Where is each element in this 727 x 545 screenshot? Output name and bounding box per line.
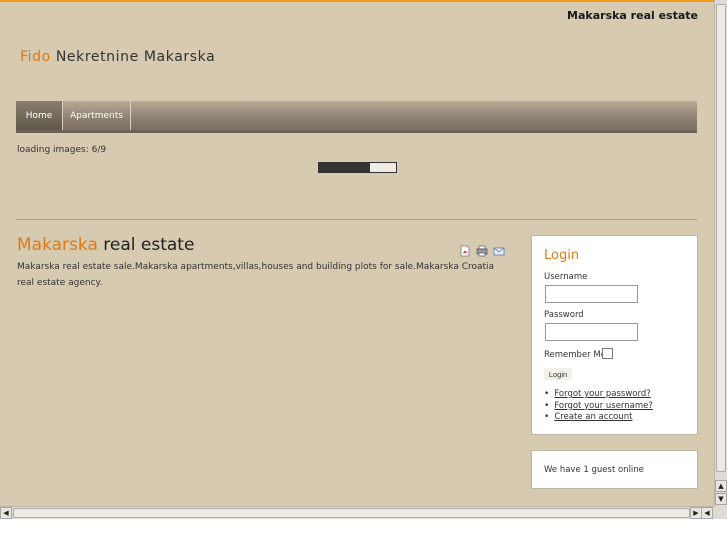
scrollbar-corner (714, 506, 727, 519)
remember-me-checkbox[interactable] (602, 348, 613, 359)
create-account-link[interactable]: Create an account (554, 412, 632, 422)
loading-progress-fill (319, 163, 371, 172)
horizontal-scrollbar[interactable]: ◀ ▶ ◀ (0, 506, 714, 519)
login-button[interactable]: Login (544, 368, 572, 380)
main-menu: Home Apartments (16, 101, 697, 133)
article-title: Makarska real estate (17, 235, 194, 255)
loading-progress-bar (318, 162, 397, 173)
horizontal-scroll-thumb[interactable] (13, 508, 690, 518)
forgot-password-link[interactable]: Forgot your password? (554, 389, 650, 399)
menu-item-apartments[interactable]: Apartments (63, 101, 131, 130)
site-title: Makarska real estate (567, 9, 698, 22)
list-item: Forgot your username? (544, 401, 653, 413)
password-input[interactable] (545, 323, 638, 341)
page-viewport: Makarska real estate Fido Nekretnine Mak… (0, 0, 714, 506)
print-icon[interactable] (476, 242, 488, 257)
menu-item-home[interactable]: Home (16, 101, 63, 130)
online-status: We have 1 guest online (544, 465, 644, 475)
vertical-scroll-thumb[interactable] (716, 4, 726, 472)
login-module: Login Username Password Remember Me Logi… (531, 235, 698, 435)
logo-text: Nekretnine Makarska (50, 49, 216, 65)
pdf-icon[interactable] (459, 242, 471, 257)
list-item: Create an account (544, 412, 653, 424)
article-actions (459, 242, 505, 257)
loading-status: loading images: 6/9 (17, 145, 107, 155)
logo-accent: Fido (20, 49, 51, 65)
email-icon[interactable] (493, 242, 505, 256)
scroll-left-icon[interactable]: ◀ (701, 507, 713, 519)
article-title-rest: real estate (97, 235, 195, 255)
username-input[interactable] (545, 285, 638, 303)
article-title-accent: Makarska (17, 235, 98, 255)
login-links: Forgot your password? Forgot your userna… (544, 389, 653, 424)
scroll-down-icon[interactable]: ▼ (715, 493, 727, 505)
article-body: Makarska real estate sale.Makarska apart… (17, 262, 495, 288)
content-divider (16, 219, 697, 220)
logo[interactable]: Fido Nekretnine Makarska (20, 49, 215, 65)
list-item: Forgot your password? (544, 389, 653, 401)
username-label: Username (544, 272, 588, 282)
remember-me-label: Remember Me (544, 350, 606, 360)
password-label: Password (544, 310, 584, 320)
scroll-up-icon[interactable]: ▲ (715, 480, 727, 492)
login-title: Login (544, 248, 580, 263)
scroll-left-icon[interactable]: ◀ (0, 507, 12, 519)
vertical-scrollbar[interactable]: ▲ ▼ (714, 0, 727, 506)
who-is-online-module: We have 1 guest online (531, 450, 698, 489)
forgot-username-link[interactable]: Forgot your username? (554, 401, 653, 411)
